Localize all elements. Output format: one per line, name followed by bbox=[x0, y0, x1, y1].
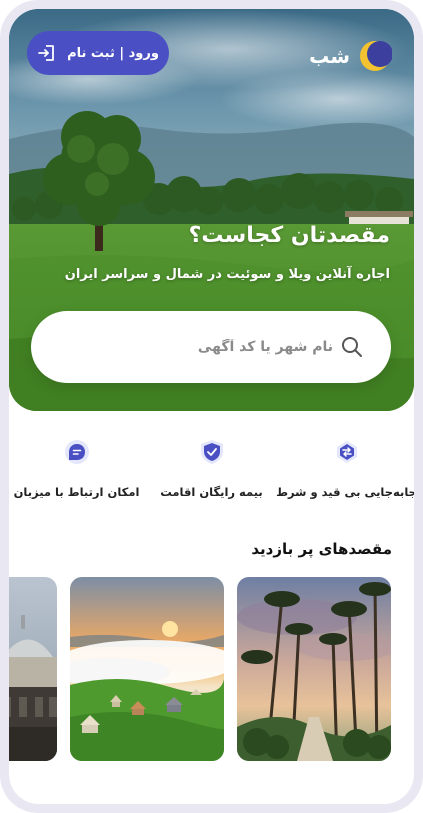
misty-mountain-village-photo bbox=[70, 577, 224, 761]
search-input[interactable] bbox=[73, 339, 333, 355]
destination-card-mountain-village[interactable] bbox=[70, 577, 224, 761]
hero-subtitle: اجاره آنلاین ویلا و سوئیت در شمال و سراس… bbox=[64, 267, 390, 282]
shield-check-icon bbox=[197, 437, 227, 467]
brand-name: شب bbox=[309, 44, 350, 68]
login-signup-button[interactable]: ورود | ثبت نام bbox=[27, 31, 169, 75]
hero-title: مقصدتان کجاست؟ bbox=[188, 223, 390, 248]
brand-logo[interactable]: شب bbox=[309, 39, 393, 73]
destination-card-palm-avenue[interactable] bbox=[237, 577, 391, 761]
feature-label: جابه‌جایی بی قید و شرط bbox=[276, 485, 414, 499]
destinations-carousel[interactable] bbox=[9, 577, 414, 763]
feature-contact-host: امکان ارتباط با میزبان bbox=[9, 437, 144, 499]
palm-avenue-photo bbox=[237, 577, 391, 761]
domed-building-photo bbox=[9, 577, 57, 761]
feature-free-insurance: بیمه رایگان اقامت bbox=[144, 437, 279, 499]
search-bar[interactable] bbox=[31, 311, 391, 383]
search-icon bbox=[342, 337, 362, 357]
moon-logo-icon bbox=[358, 39, 393, 73]
popular-destinations-title: مقصدهای پر بازدید bbox=[251, 540, 392, 558]
app-screen: شب ورود | ثبت نام مقصدتان کجاست؟ اجاره آ… bbox=[9, 9, 414, 804]
chat-icon bbox=[62, 437, 92, 467]
swap-icon bbox=[332, 437, 362, 467]
destination-card-domed-building[interactable] bbox=[9, 577, 57, 761]
feature-label: بیمه رایگان اقامت bbox=[160, 485, 263, 499]
device-frame: شب ورود | ثبت نام مقصدتان کجاست؟ اجاره آ… bbox=[0, 0, 423, 813]
hero-banner: شب ورود | ثبت نام مقصدتان کجاست؟ اجاره آ… bbox=[9, 9, 414, 411]
feature-free-transfer: جابه‌جایی بی قید و شرط bbox=[276, 437, 414, 499]
login-icon bbox=[38, 45, 54, 61]
features-row: جابه‌جایی بی قید و شرط بیمه رایگان اقامت bbox=[9, 437, 414, 517]
login-label: ورود | ثبت نام bbox=[67, 45, 159, 61]
feature-label: امکان ارتباط با میزبان bbox=[13, 485, 140, 499]
